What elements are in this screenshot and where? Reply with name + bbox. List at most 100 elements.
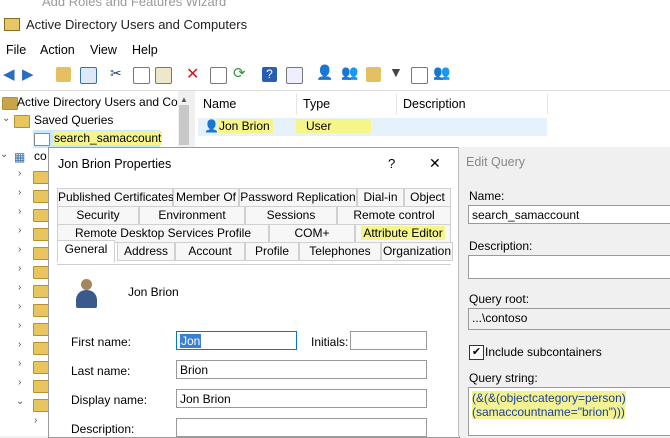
chevron-down-icon[interactable]: ⌄	[2, 113, 10, 124]
first-name-label: First name:	[71, 335, 132, 349]
description-field[interactable]	[176, 418, 427, 437]
table-row[interactable]: 👤 Jon Brion User	[198, 118, 547, 136]
last-name-field[interactable]: Brion	[176, 360, 427, 379]
directory-icon	[2, 97, 18, 110]
folder-icon	[33, 209, 49, 222]
properties-icon[interactable]	[210, 67, 227, 84]
first-name-value: Jon	[180, 334, 202, 348]
chevron-right-icon[interactable]: ›	[18, 320, 21, 331]
view-icon[interactable]	[286, 67, 303, 84]
add-to-group-icon[interactable]: 👥	[433, 64, 450, 80]
app-icon	[4, 18, 20, 31]
back-arrow-icon[interactable]: ◀	[3, 65, 18, 83]
tab-row-4: General Address Account Profile Telephon…	[57, 240, 453, 264]
close-icon[interactable]: ✕	[429, 155, 441, 172]
first-name-field[interactable]: Jon	[176, 331, 297, 350]
chevron-right-icon[interactable]: ›	[18, 282, 21, 293]
query-root-field[interactable]: ...\contoso	[468, 308, 670, 330]
properties-dialog: Jon Brion Properties ? ✕ Published Certi…	[48, 147, 460, 438]
column-separator[interactable]	[396, 94, 397, 114]
toolbar: ◀ ▶ ✂ ✕ ⟳ ? 👤 👥 ▼ 👥	[0, 60, 670, 91]
folder-icon	[33, 247, 49, 260]
menu-help[interactable]: Help	[132, 43, 158, 57]
tab-general[interactable]: General	[57, 240, 115, 263]
chevron-right-icon[interactable]: ›	[18, 263, 21, 274]
tab-password-replication[interactable]: Password Replication	[239, 188, 357, 207]
tab-security[interactable]: Security	[57, 206, 139, 225]
display-name-field[interactable]: Jon Brion	[176, 389, 427, 408]
description-label: Description:	[71, 422, 135, 436]
scrollbar-thumb[interactable]	[179, 105, 189, 145]
tab-com-plus[interactable]: COM+	[269, 224, 355, 243]
new-group-icon[interactable]: 👥	[341, 64, 358, 80]
menu-view[interactable]: View	[90, 43, 117, 57]
tab-dial-in[interactable]: Dial-in	[357, 188, 404, 207]
new-ou-icon[interactable]	[366, 67, 381, 82]
initials-field[interactable]	[350, 331, 427, 350]
tab-profile[interactable]: Profile	[245, 242, 299, 261]
chevron-right-icon[interactable]: ›	[18, 377, 21, 388]
find-icon[interactable]	[411, 67, 428, 84]
tree-query-search-samaccount[interactable]: search_samaccount	[33, 130, 163, 148]
tab-row-2: Security Environment Sessions Remote con…	[57, 206, 451, 225]
chevron-right-icon[interactable]: ›	[18, 244, 21, 255]
refresh-icon[interactable]: ⟳	[233, 64, 248, 82]
chevron-right-icon[interactable]: ›	[18, 168, 21, 179]
menu-action[interactable]: Action	[40, 43, 75, 57]
cut-icon[interactable]: ✂	[110, 65, 125, 81]
tab-object[interactable]: Object	[404, 188, 451, 207]
tab-remote-control[interactable]: Remote control	[337, 206, 451, 225]
tab-attribute-editor[interactable]: Attribute Editor	[355, 224, 451, 243]
column-separator[interactable]	[547, 94, 548, 114]
folder-icon	[33, 304, 49, 317]
menu-file[interactable]: File	[6, 43, 26, 57]
query-icon	[34, 133, 50, 146]
column-header-description[interactable]: Description	[403, 97, 466, 111]
query-name-field[interactable]: search_samaccount	[468, 205, 670, 224]
column-header-name[interactable]: Name	[203, 97, 236, 111]
show-console-tree-icon[interactable]	[80, 67, 97, 84]
tab-account[interactable]: Account	[175, 242, 245, 261]
help-button[interactable]: ?	[388, 156, 395, 171]
chevron-right-icon[interactable]: ›	[18, 206, 21, 217]
new-user-icon[interactable]: 👤	[316, 64, 333, 80]
chevron-right-icon[interactable]: ›	[18, 225, 21, 236]
column-header-type[interactable]: Type	[303, 97, 330, 111]
help-icon[interactable]: ?	[262, 67, 277, 82]
chevron-right-icon[interactable]: ›	[18, 339, 21, 350]
user-avatar-icon	[75, 279, 97, 309]
tab-published-certificates[interactable]: Published Certificates	[57, 188, 174, 207]
forward-arrow-icon[interactable]: ▶	[22, 65, 37, 83]
column-separator[interactable]	[296, 94, 297, 114]
query-string-line-1: (&(&(objectcategory=person)	[472, 391, 626, 405]
include-subcontainers-checkbox[interactable]: ✔	[469, 345, 484, 360]
checkmark-icon: ✔	[471, 346, 482, 358]
folder-icon	[33, 399, 49, 412]
paste-icon[interactable]	[155, 67, 172, 84]
scroll-up-icon[interactable]: ▲	[180, 95, 188, 104]
query-string-line-2: (samaccountname="brion")))	[472, 405, 625, 419]
filter-icon[interactable]: ▼	[389, 64, 404, 80]
copy-icon[interactable]	[133, 67, 150, 84]
tab-member-of[interactable]: Member Of	[173, 188, 239, 207]
query-description-field[interactable]	[468, 255, 670, 279]
chevron-down-icon[interactable]: ⌄	[0, 149, 8, 160]
results-list: Name Type Description 👤 Jon Brion User	[195, 91, 670, 153]
tab-environment[interactable]: Environment	[139, 206, 245, 225]
tab-telephones[interactable]: Telephones	[299, 242, 381, 261]
up-folder-icon[interactable]	[56, 67, 71, 82]
chevron-right-icon[interactable]: ›	[18, 358, 21, 369]
delete-icon[interactable]: ✕	[186, 64, 201, 83]
chevron-right-icon[interactable]: ›	[18, 301, 21, 312]
query-root-label: Query root:	[469, 292, 530, 306]
general-tab-pane: Jon Brion First name: Jon Initials: Last…	[57, 264, 451, 438]
tab-address[interactable]: Address	[117, 242, 175, 261]
tab-sessions[interactable]: Sessions	[245, 206, 337, 225]
chevron-right-icon[interactable]: ›	[18, 187, 21, 198]
title-bar: Active Directory Users and Computers	[0, 12, 670, 40]
chevron-right-icon[interactable]: ›	[34, 415, 37, 426]
query-string-field[interactable]: (&(&(objectcategory=person) (samaccountn…	[468, 387, 670, 436]
row-name: Jon Brion	[218, 119, 273, 133]
chevron-down-icon[interactable]: ⌄	[16, 396, 24, 407]
tab-organization[interactable]: Organization	[381, 242, 453, 261]
